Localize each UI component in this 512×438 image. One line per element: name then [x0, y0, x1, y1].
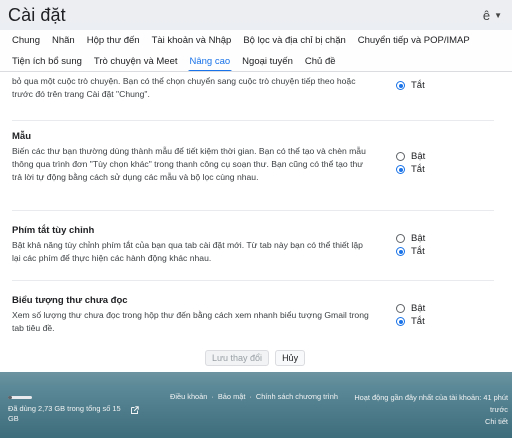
unread-options: Bật Tắt	[396, 302, 425, 328]
divider	[12, 210, 494, 211]
input-tools-button[interactable]: ê ▼	[483, 8, 502, 23]
settings-header: Cài đặt ê ▼	[0, 0, 512, 30]
storage-meter-fill	[8, 396, 13, 399]
radio-selected[interactable]	[396, 165, 405, 174]
radio-label: Tắt	[411, 316, 425, 327]
shortcuts-on-option[interactable]: Bật	[396, 232, 425, 245]
tab-addons[interactable]: Tiện ích bổ sung	[12, 51, 82, 72]
radio-selected[interactable]	[396, 247, 405, 256]
shortcuts-off-option[interactable]: Tắt	[396, 245, 425, 258]
footer-links: Điều khoản · Bảo mật · Chính sách chương…	[170, 392, 338, 401]
account-activity: Hoạt động gần đây nhất của tài khoản: 41…	[338, 392, 508, 428]
section-templates: Mẫu Biến các thư bạn thường dùng thành m…	[12, 130, 494, 184]
section-unread-icon: Biểu tượng thư chưa đọc Xem số lượng thư…	[12, 294, 494, 335]
section-partial: bỏ qua một cuộc trò chuyện. Bạn có thể c…	[12, 75, 494, 101]
program-policies-link[interactable]: Chính sách chương trình	[256, 392, 338, 401]
section-title: Mẫu	[12, 131, 31, 142]
radio-label: Bật	[411, 151, 426, 162]
radio-label: Tắt	[411, 164, 425, 175]
chevron-down-icon: ▼	[494, 10, 502, 20]
tab-inbox[interactable]: Hộp thư đến	[87, 30, 140, 51]
templates-options: Bật Tắt	[396, 150, 425, 176]
templates-off-option[interactable]: Tắt	[396, 163, 425, 176]
input-tools-label: ê	[482, 7, 491, 23]
tab-row-2: Tiện ích bổ sung Trò chuyện và Meet Nâng…	[0, 51, 512, 73]
terms-link[interactable]: Điều khoản	[170, 392, 207, 401]
section-description: bỏ qua một cuộc trò chuyện. Bạn có thể c…	[12, 76, 356, 99]
unread-off-option[interactable]: Tắt	[396, 315, 425, 328]
tab-themes[interactable]: Chủ đề	[305, 51, 336, 72]
radio-label: Bật	[411, 233, 426, 244]
save-changes-button[interactable]: Lưu thay đổi	[205, 350, 270, 366]
settings-tabs: Chung Nhãn Hộp thư đến Tài khoản và Nhập…	[0, 30, 512, 73]
section-description: Bật khả năng tùy chỉnh phím tắt của bạn …	[12, 240, 363, 263]
radio-label: Tắt	[411, 80, 425, 91]
divider	[12, 120, 494, 121]
advanced-settings-panel[interactable]: bỏ qua một cuộc trò chuyện. Bạn có thể c…	[0, 72, 512, 372]
last-activity-text: Hoạt động gần đây nhất của tài khoản: 41…	[354, 393, 508, 414]
cancel-button[interactable]: Hủy	[275, 350, 306, 366]
radio-unselected[interactable]	[396, 152, 405, 161]
tab-accounts[interactable]: Tài khoản và Nhập	[152, 30, 232, 51]
divider	[12, 280, 494, 281]
storage-meter	[8, 396, 32, 399]
radio-selected[interactable]	[396, 317, 405, 326]
tab-row-1: Chung Nhãn Hộp thư đến Tài khoản và Nhập…	[0, 30, 512, 51]
radio-unselected[interactable]	[396, 234, 405, 243]
radio-label: Tắt	[411, 246, 425, 257]
section-description: Xem số lượng thư chưa đọc trong hộp thư …	[12, 310, 369, 333]
page-title: Cài đặt	[8, 4, 66, 25]
footer: Đã dùng 2,73 GB trong tổng số 15 GB Điều…	[0, 372, 512, 438]
tab-offline[interactable]: Ngoại tuyến	[242, 51, 293, 72]
section-shortcuts: Phím tắt tùy chỉnh Bật khả năng tùy chỉn…	[12, 224, 494, 265]
unread-on-option[interactable]: Bật	[396, 302, 425, 315]
shortcuts-options: Bật Tắt	[396, 232, 425, 258]
partial-off-option[interactable]: Tắt	[396, 79, 425, 92]
radio-unselected[interactable]	[396, 304, 405, 313]
link-separator: ·	[211, 392, 214, 401]
tab-forwarding[interactable]: Chuyển tiếp và POP/IMAP	[358, 30, 470, 51]
tab-chat-meet[interactable]: Trò chuyện và Meet	[94, 51, 178, 72]
storage-usage-text: Đã dùng 2,73 GB trong tổng số 15 GB	[8, 404, 121, 423]
external-link-icon[interactable]	[130, 406, 139, 415]
radio-selected[interactable]	[396, 81, 405, 90]
radio-label: Bật	[411, 303, 426, 314]
form-actions: Lưu thay đổi Hủy	[205, 350, 306, 366]
section-description: Biến các thư bạn thường dùng thành mẫu đ…	[12, 146, 366, 182]
tab-general[interactable]: Chung	[12, 30, 40, 51]
privacy-link[interactable]: Bảo mật	[218, 392, 246, 401]
partial-options: Tắt	[396, 79, 425, 92]
tab-labels[interactable]: Nhãn	[52, 30, 75, 51]
tab-filters[interactable]: Bộ lọc và địa chỉ bị chặn	[243, 30, 345, 51]
link-separator: ·	[249, 392, 252, 401]
tab-advanced[interactable]: Nâng cao	[187, 51, 232, 73]
details-link[interactable]: Chi tiết	[338, 416, 508, 428]
templates-on-option[interactable]: Bật	[396, 150, 425, 163]
